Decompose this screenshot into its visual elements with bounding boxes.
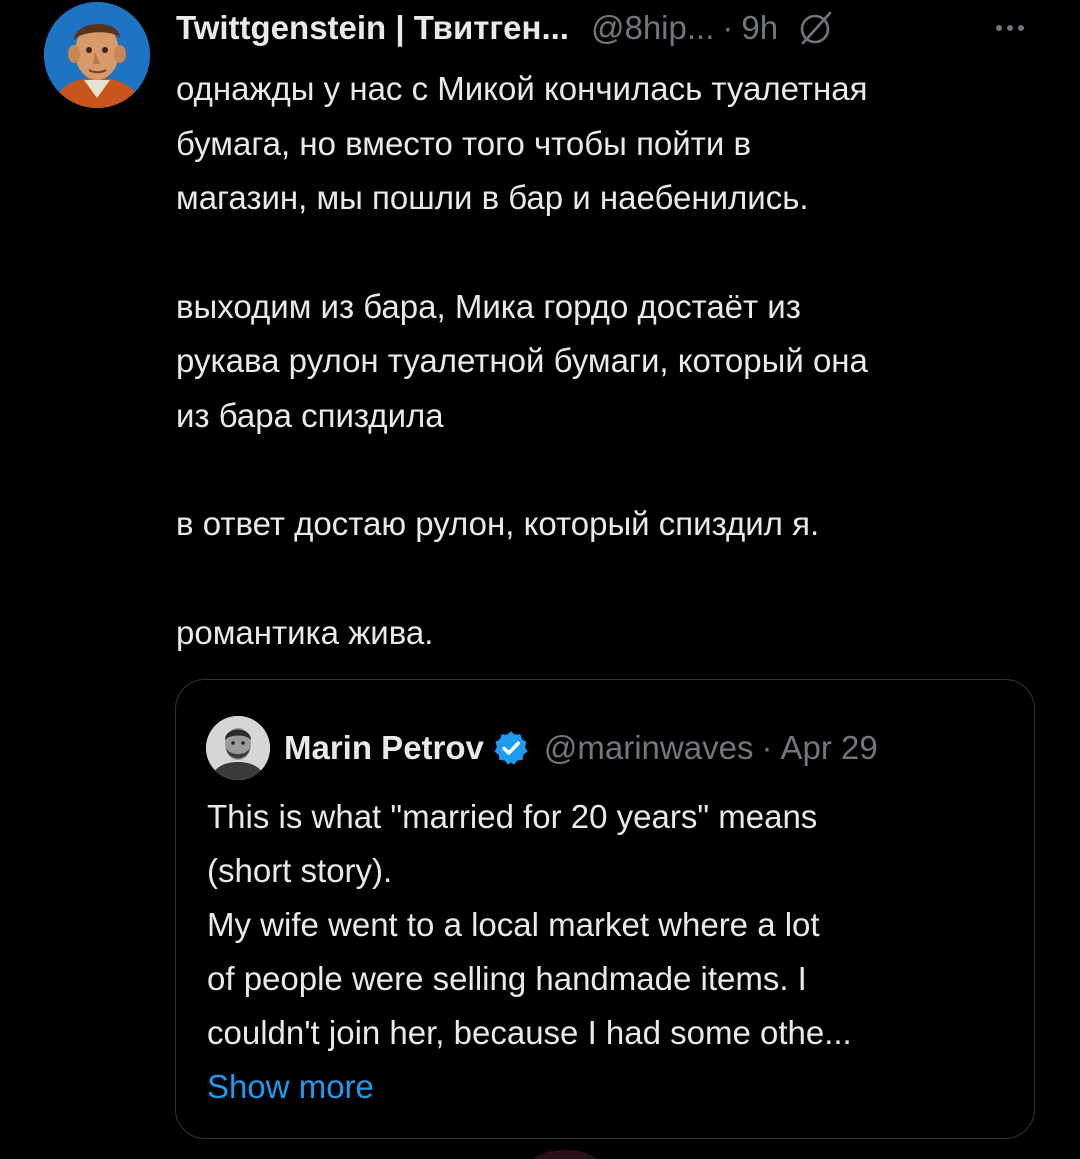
tweet-timestamp[interactable]: 9h <box>741 9 778 47</box>
quoted-tweet-header: Marin Petrov @marinwaves · Apr 29 <box>206 716 878 780</box>
tweet-header: Twittgenstein | Твитген... @8hip... · 9h <box>176 6 836 50</box>
quoted-header-separator: · <box>761 729 773 766</box>
quoted-tweet-body: This is what "married for 20 years" mean… <box>207 790 1007 1114</box>
author-handle[interactable]: @8hip... <box>591 9 714 47</box>
quoted-tweet-text: This is what "married for 20 years" mean… <box>207 798 852 1051</box>
tweet-text: однажды у нас с Микой кончилась туалетна… <box>176 62 1046 660</box>
tweet[interactable]: Twittgenstein | Твитген... @8hip... · 9h… <box>0 0 1080 1159</box>
quoted-author-avatar[interactable] <box>206 716 270 780</box>
show-more-link[interactable]: Show more <box>207 1068 374 1105</box>
quoted-author-display-name[interactable]: Marin Petrov <box>284 729 484 767</box>
quoted-tweet-timestamp[interactable]: Apr 29 <box>780 729 877 767</box>
quoted-tweet-card[interactable]: Marin Petrov @marinwaves · Apr 29 This i… <box>175 679 1035 1139</box>
tweet-paragraph: романтика жива. <box>176 613 434 651</box>
more-options-icon[interactable] <box>988 10 1032 46</box>
grok-icon[interactable] <box>796 8 836 48</box>
tweet-paragraph: в ответ достаю рулон, который спиздил я. <box>176 505 820 542</box>
next-item-edge <box>530 1150 600 1159</box>
author-avatar-image <box>44 2 150 108</box>
tweet-paragraph: выходим из бара, Мика гордо достаёт из р… <box>176 287 868 434</box>
verified-badge-icon <box>492 729 530 767</box>
quoted-author-handle[interactable]: @marinwaves <box>544 729 754 767</box>
tweet-paragraph: однажды у нас с Микой кончилась туалетна… <box>176 70 868 216</box>
author-avatar[interactable] <box>44 2 150 108</box>
author-display-name[interactable]: Twittgenstein | Твитген... <box>176 9 569 47</box>
header-separator: · <box>722 9 734 46</box>
